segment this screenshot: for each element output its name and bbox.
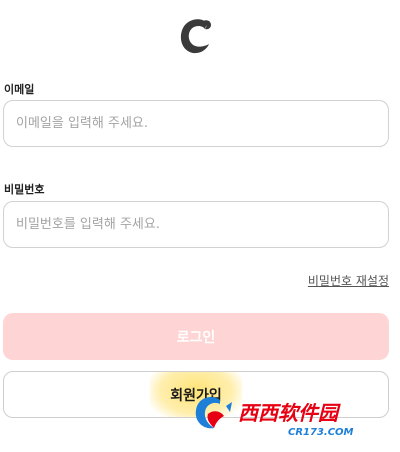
watermark: 西西软件园 CR173.COM	[195, 397, 354, 438]
email-field[interactable]	[3, 100, 389, 147]
watermark-url: CR173.COM	[288, 427, 354, 438]
email-label: 이메일	[4, 83, 35, 96]
cr-logo-icon	[195, 397, 232, 429]
brand-c-logo-icon	[180, 19, 211, 54]
reset-password-link[interactable]: 비밀번호 재설정	[308, 272, 389, 289]
login-screen: 이메일 비밀번호 비밀번호 재설정 로그인 회원가입 西西软件园 CR173.C…	[0, 0, 400, 452]
watermark-title: 西西软件园	[238, 401, 341, 425]
password-label: 비밀번호	[4, 183, 45, 196]
password-field[interactable]	[3, 201, 389, 248]
login-button[interactable]: 로그인	[3, 313, 389, 360]
